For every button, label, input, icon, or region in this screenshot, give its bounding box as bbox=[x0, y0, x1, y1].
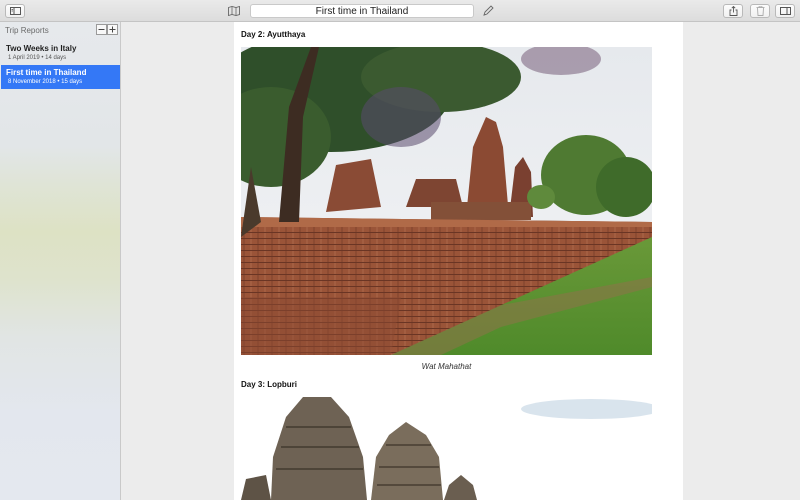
section-heading: Day 3: Lopburi bbox=[241, 380, 298, 389]
inspector-toggle-button[interactable] bbox=[775, 4, 795, 18]
sidebar: Trip Reports Two Weeks in Italy 1 April … bbox=[0, 22, 121, 500]
sidebar-toggle-button[interactable] bbox=[5, 4, 25, 18]
trip-name: First time in Thailand bbox=[6, 68, 87, 77]
trip-item-thailand[interactable]: First time in Thailand 8 November 2018 •… bbox=[1, 65, 120, 89]
remove-trip-button[interactable] bbox=[96, 24, 107, 35]
trip-item-italy[interactable]: Two Weeks in Italy 1 April 2019 • 14 day… bbox=[1, 41, 120, 65]
document-title-field[interactable]: First time in Thailand bbox=[250, 4, 474, 18]
section-heading: Day 2: Ayutthaya bbox=[241, 30, 306, 39]
minus-icon bbox=[98, 29, 105, 30]
share-button[interactable] bbox=[723, 4, 743, 18]
share-icon bbox=[729, 6, 737, 16]
plus-icon bbox=[109, 26, 116, 33]
edit-button[interactable] bbox=[481, 4, 495, 18]
add-trip-button[interactable] bbox=[107, 24, 118, 35]
trash-icon bbox=[756, 6, 764, 16]
trip-meta: 1 April 2019 • 14 days bbox=[8, 55, 67, 61]
map-icon bbox=[228, 6, 240, 16]
photo-caption: Wat Mahathat bbox=[421, 362, 472, 371]
pencil-icon bbox=[483, 5, 494, 16]
document-area[interactable]: Day 2: Ayutthaya Wat Mahathat Day 3: Lop… bbox=[122, 22, 800, 500]
document-title: First time in Thailand bbox=[315, 5, 409, 17]
ayutthaya-photo bbox=[241, 47, 652, 355]
toolbar: First time in Thailand bbox=[0, 0, 800, 22]
trip-name: Two Weeks in Italy bbox=[6, 44, 77, 53]
map-button[interactable] bbox=[227, 4, 241, 18]
lopburi-photo bbox=[241, 397, 652, 500]
trash-button[interactable] bbox=[750, 4, 770, 18]
document-page[interactable]: Day 2: Ayutthaya Wat Mahathat Day 3: Lop… bbox=[234, 22, 683, 500]
inspector-panel-icon bbox=[779, 7, 791, 15]
sidebar-header: Trip Reports bbox=[0, 22, 121, 39]
trip-meta: 8 November 2018 • 15 days bbox=[8, 79, 83, 85]
sidebar-toggle-icon bbox=[9, 7, 21, 15]
sidebar-title: Trip Reports bbox=[5, 26, 49, 35]
